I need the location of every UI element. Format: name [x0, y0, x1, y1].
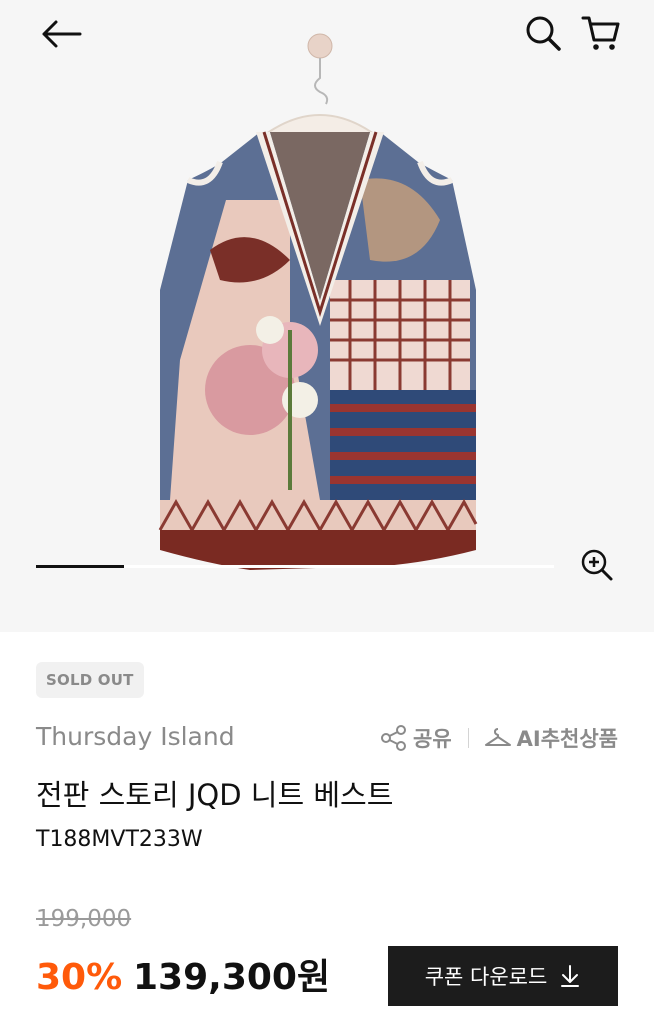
search-button[interactable]	[518, 10, 568, 56]
hanger-icon	[483, 723, 513, 753]
zoom-button[interactable]	[574, 542, 620, 588]
ai-recommend-button[interactable]: AI추천상품	[483, 723, 618, 753]
sale-price: 139,300원	[133, 957, 331, 998]
product-code: T188MVT233W	[36, 827, 203, 852]
carousel-progress-fill	[36, 565, 125, 568]
brand-name[interactable]: Thursday Island	[36, 720, 235, 754]
cart-icon	[581, 16, 620, 50]
original-price: 199,000	[36, 906, 132, 932]
status-badge: SOLD OUT	[36, 662, 144, 698]
product-image-gallery[interactable]	[0, 0, 654, 632]
coupon-download-button[interactable]: 쿠폰 다운로드	[388, 946, 618, 1006]
actions-divider	[467, 728, 469, 748]
back-button[interactable]	[36, 12, 86, 56]
ai-recommend-label: AI추천상품	[516, 727, 618, 751]
share-icon	[379, 723, 409, 753]
search-icon	[526, 16, 561, 51]
share-button[interactable]: 공유	[379, 723, 452, 753]
top-navigation-bar	[0, 0, 654, 70]
carousel-progress-bar	[36, 565, 554, 568]
product-actions: 공유 AI추천상품	[379, 720, 618, 756]
coupon-download-label: 쿠폰 다운로드	[424, 965, 548, 989]
product-title: 전판 스토리 JQD 니트 베스트	[36, 778, 394, 812]
cart-button[interactable]	[576, 10, 626, 56]
share-label: 공유	[413, 727, 452, 751]
arrow-left-icon	[42, 20, 82, 48]
zoom-in-icon	[581, 549, 613, 581]
product-photo-knit-vest	[158, 33, 478, 570]
discount-rate: 30%	[36, 957, 123, 998]
download-arrow-icon	[559, 964, 581, 988]
